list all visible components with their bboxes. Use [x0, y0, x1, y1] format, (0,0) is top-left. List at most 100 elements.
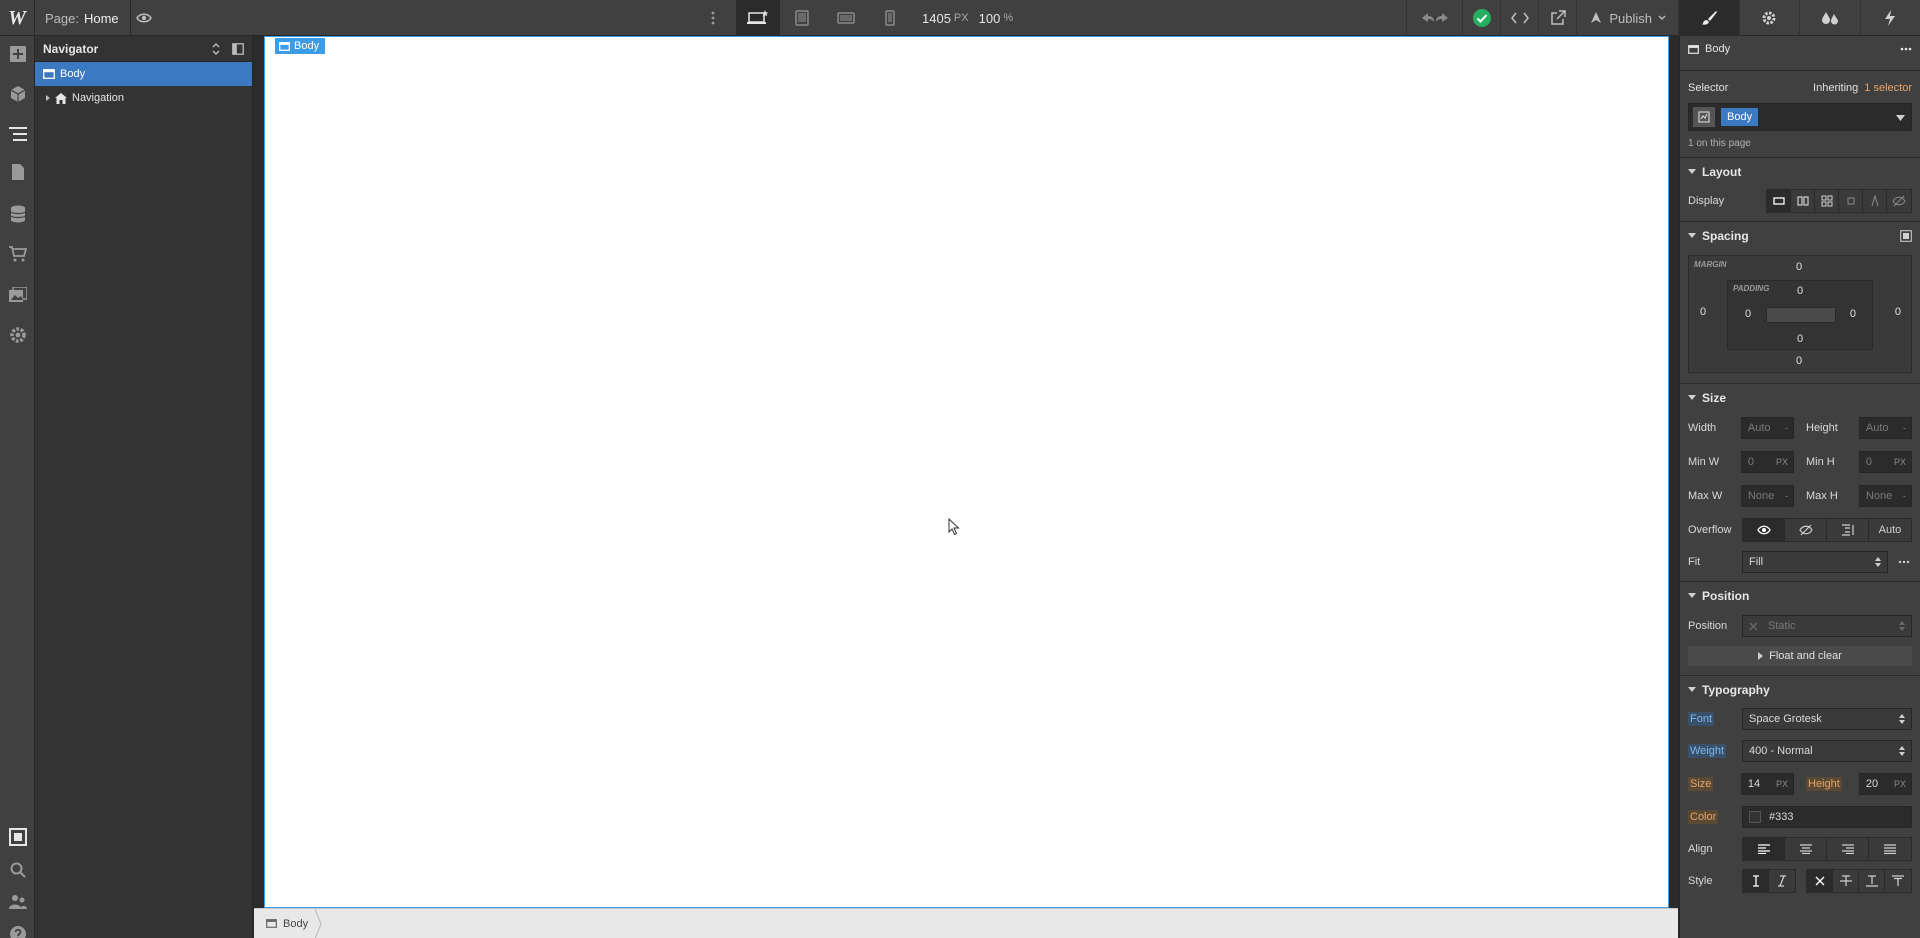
status-check-icon[interactable] [1462, 0, 1500, 36]
nav-item-body[interactable]: Body [35, 62, 252, 86]
tablet-breakpoint-icon[interactable] [780, 0, 824, 36]
help-button[interactable] [0, 916, 35, 938]
display-block-button[interactable] [1767, 190, 1791, 212]
font-size-input[interactable]: 14 PX [1740, 773, 1794, 795]
add-panel-button[interactable] [0, 36, 35, 72]
max-width-input[interactable]: None - [1740, 485, 1794, 507]
align-justify-button[interactable] [1869, 838, 1911, 860]
navigator-panel: Navigator Body Navigation [35, 36, 253, 938]
tab-settings[interactable] [1738, 0, 1800, 36]
mobile-portrait-breakpoint-icon[interactable] [868, 0, 912, 36]
position-select[interactable]: Static [1742, 615, 1912, 637]
min-height-input[interactable]: 0 PX [1858, 451, 1912, 473]
strikethrough-button[interactable] [1833, 870, 1859, 892]
padding-bottom[interactable]: 0 [1797, 333, 1803, 345]
pages-button[interactable] [0, 154, 35, 190]
pin-panel-icon[interactable] [232, 42, 244, 55]
fit-select[interactable]: Fill [1742, 551, 1888, 573]
expand-box-icon[interactable] [1900, 229, 1912, 242]
typography-section-header[interactable]: Typography [1680, 675, 1920, 703]
line-height-input[interactable]: 20 PX [1858, 773, 1912, 795]
users-button[interactable] [0, 884, 35, 920]
select-arrows-icon [1899, 746, 1905, 756]
overflow-visible-button[interactable] [1743, 519, 1785, 541]
margin-right[interactable]: 0 [1895, 306, 1901, 318]
padding-left[interactable]: 0 [1745, 308, 1751, 320]
display-inline-block-button[interactable] [1839, 190, 1863, 212]
style-italic-button[interactable] [1769, 870, 1795, 892]
margin-top[interactable]: 0 [1796, 261, 1802, 273]
search-button[interactable] [0, 852, 35, 888]
display-none-button[interactable] [1887, 190, 1911, 212]
underline-button[interactable] [1859, 870, 1885, 892]
inheriting-selector-link[interactable]: 1 selector [1864, 82, 1912, 94]
color-swatch[interactable] [1749, 811, 1761, 823]
publish-button[interactable]: Publish [1576, 0, 1678, 36]
align-left-button[interactable] [1743, 838, 1785, 860]
canvas-width-unit: PX [953, 12, 969, 24]
tab-style-manager[interactable] [1799, 0, 1860, 36]
align-center-icon [1799, 844, 1812, 854]
symbols-button[interactable] [0, 76, 35, 112]
zoom-value: 100 [978, 10, 1001, 26]
share-icon[interactable] [1538, 0, 1576, 36]
layout-section-header[interactable]: Layout [1680, 157, 1920, 185]
more-options-icon[interactable] [1898, 560, 1910, 564]
more-breakpoints-icon[interactable] [700, 0, 726, 36]
undo-redo-icon[interactable] [1406, 0, 1462, 36]
breadcrumb-item[interactable]: Body [254, 908, 322, 938]
overline-button[interactable] [1885, 870, 1911, 892]
spacing-section-header[interactable]: Spacing [1680, 221, 1920, 249]
selector-mode-icon[interactable] [1693, 107, 1715, 127]
nav-item-navigation[interactable]: Navigation [35, 86, 252, 110]
assets-button[interactable] [0, 277, 35, 313]
color-input[interactable]: #333 [1742, 806, 1912, 828]
page-selector[interactable]: Page: Home [35, 0, 129, 36]
cms-button[interactable] [0, 196, 35, 232]
style-normal-button[interactable] [1743, 870, 1769, 892]
overflow-hidden-button[interactable] [1785, 519, 1827, 541]
margin-left[interactable]: 0 [1700, 306, 1706, 318]
height-label: Height [1806, 422, 1838, 434]
display-inline-button[interactable] [1863, 190, 1887, 212]
width-input[interactable]: Auto - [1740, 417, 1794, 439]
mobile-landscape-breakpoint-icon[interactable] [824, 0, 868, 36]
align-right-button[interactable] [1827, 838, 1869, 860]
navigator-button[interactable] [0, 116, 35, 152]
height-input[interactable]: Auto - [1858, 417, 1912, 439]
display-flex-button[interactable] [1791, 190, 1815, 212]
decoration-none-button[interactable] [1807, 870, 1833, 892]
padding-top[interactable]: 0 [1797, 285, 1803, 297]
float-and-clear-toggle[interactable]: Float and clear [1688, 646, 1912, 666]
page-canvas[interactable]: Body [264, 36, 1669, 908]
chevron-down-icon [1896, 115, 1905, 121]
overflow-auto-button[interactable]: Auto [1869, 519, 1911, 541]
audit-panel-button[interactable] [0, 819, 35, 855]
min-width-input[interactable]: 0 PX [1740, 451, 1794, 473]
selector-tag[interactable]: Body [1721, 108, 1759, 126]
users-icon [8, 895, 27, 909]
more-options-icon[interactable] [1900, 47, 1912, 51]
preview-eye-icon[interactable] [130, 0, 156, 36]
tab-style-brush[interactable] [1678, 0, 1739, 36]
ecommerce-button[interactable] [0, 236, 35, 272]
overflow-scroll-button[interactable] [1827, 519, 1869, 541]
color-label: Color [1688, 810, 1719, 824]
webflow-logo[interactable]: W [0, 0, 35, 36]
font-select[interactable]: Space Grotesk [1742, 708, 1912, 730]
padding-right[interactable]: 0 [1850, 308, 1856, 320]
code-export-icon[interactable] [1500, 0, 1538, 36]
italic-icon [1778, 875, 1786, 887]
size-section-header[interactable]: Size [1680, 383, 1920, 411]
desktop-breakpoint-icon[interactable] [736, 0, 780, 36]
align-center-button[interactable] [1785, 838, 1827, 860]
selector-field[interactable]: Body [1688, 103, 1912, 131]
display-grid-button[interactable] [1815, 190, 1839, 212]
margin-bottom[interactable]: 0 [1796, 355, 1802, 367]
max-height-input[interactable]: None - [1858, 485, 1912, 507]
expand-collapse-icon[interactable] [212, 42, 220, 55]
position-section-header[interactable]: Position [1680, 581, 1920, 609]
tab-interactions[interactable] [1859, 0, 1920, 36]
weight-select[interactable]: 400 - Normal [1742, 740, 1912, 762]
site-settings-button[interactable] [0, 317, 35, 353]
